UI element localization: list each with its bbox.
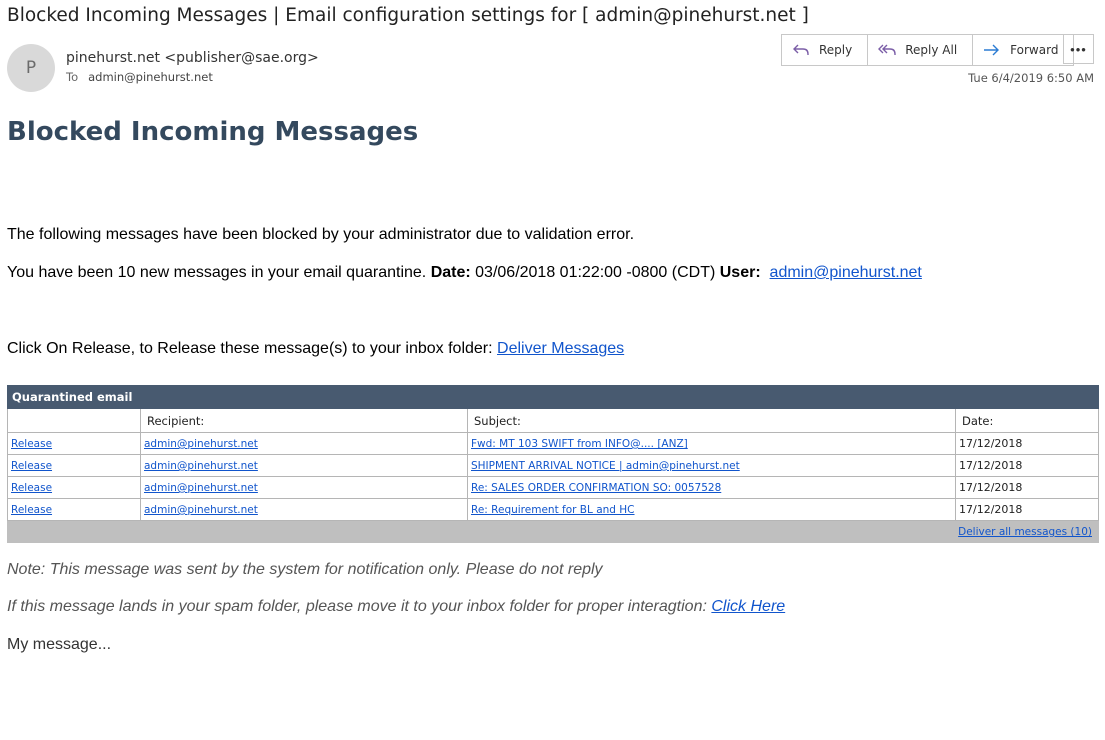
received-datetime: Tue 6/4/2019 6:50 AM — [968, 71, 1094, 85]
subject-link[interactable]: SHIPMENT ARRIVAL NOTICE | admin@pinehurs… — [471, 460, 740, 472]
row-date: 17/12/2018 — [955, 476, 1099, 499]
forward-label: Forward — [1010, 43, 1059, 57]
blocked-notice: The following messages have been blocked… — [7, 226, 635, 243]
reply-all-label: Reply All — [905, 43, 958, 57]
my-message-text: My message... — [7, 636, 112, 653]
recipient-link[interactable]: admin@pinehurst.net — [144, 438, 258, 450]
more-actions-button[interactable]: ••• — [1063, 34, 1094, 64]
subject-link[interactable]: Re: SALES ORDER CONFIRMATION SO: 0057528 — [471, 482, 721, 494]
sender-name[interactable]: pinehurst.net <publisher@sae.org> — [66, 50, 319, 66]
row-date: 17/12/2018 — [955, 432, 1099, 455]
row-date: 17/12/2018 — [955, 498, 1099, 521]
user-label: User: — [719, 264, 761, 281]
deliver-messages-link[interactable]: Deliver Messages — [497, 340, 624, 357]
row-date: 17/12/2018 — [955, 454, 1099, 477]
recipient-link[interactable]: admin@pinehurst.net — [144, 482, 258, 494]
column-header-date: Date: — [955, 408, 1099, 433]
column-header-subject: Subject: — [467, 408, 956, 433]
reply-button[interactable]: Reply — [782, 35, 869, 65]
subject-link[interactable]: Re: Requirement for BL and HC — [471, 504, 635, 516]
quarantine-summary: You have been 10 new messages in your em… — [7, 264, 922, 282]
reply-icon — [793, 44, 809, 55]
spam-folder-notice: If this message lands in your spam folde… — [7, 598, 785, 616]
release-link[interactable]: Release — [11, 482, 52, 494]
message-actions: Reply Reply All Forward — [781, 34, 1075, 66]
release-instruction: Click On Release, to Release these messa… — [7, 340, 624, 358]
date-label: Date: — [430, 264, 471, 281]
message-headline: Blocked Incoming Messages — [7, 117, 419, 147]
table-row: Release admin@pinehurst.net Re: SALES OR… — [7, 476, 1099, 499]
user-email-link[interactable]: admin@pinehurst.net — [770, 264, 922, 281]
table-title: Quarantined email — [7, 385, 1099, 409]
quarantine-count-text: You have been 10 new messages in your em… — [7, 264, 431, 281]
recipient-link[interactable]: admin@pinehurst.net — [144, 504, 258, 516]
recipient-line: To admin@pinehurst.net — [66, 70, 213, 84]
table-row: Release admin@pinehurst.net Fwd: MT 103 … — [7, 432, 1099, 455]
table-row: Release admin@pinehurst.net Re: Requirem… — [7, 498, 1099, 521]
to-label: To — [66, 70, 79, 84]
forward-button[interactable]: Forward — [973, 35, 1073, 65]
release-link[interactable]: Release — [11, 438, 52, 450]
click-here-link[interactable]: Click Here — [711, 598, 785, 615]
subject-link[interactable]: Fwd: MT 103 SWIFT from INFO@.... [ANZ] — [471, 438, 688, 450]
release-link[interactable]: Release — [11, 460, 52, 472]
reply-all-button[interactable]: Reply All — [868, 35, 974, 65]
recipient-link[interactable]: admin@pinehurst.net — [144, 460, 258, 472]
forward-icon — [984, 44, 1000, 56]
system-notice: Note: This message was sent by the syste… — [7, 561, 603, 578]
release-instruction-text: Click On Release, to Release these messa… — [7, 340, 498, 357]
quarantine-table: Quarantined email Recipient: Subject: Da… — [7, 385, 1099, 543]
reply-label: Reply — [819, 43, 853, 57]
sender-avatar: P — [7, 44, 55, 92]
table-row: Release admin@pinehurst.net SHIPMENT ARR… — [7, 454, 1099, 477]
reply-all-icon — [878, 44, 896, 55]
column-header-action — [7, 408, 141, 433]
deliver-all-link[interactable]: Deliver all messages (10) — [958, 526, 1092, 538]
recipient-address[interactable]: admin@pinehurst.net — [88, 70, 213, 84]
release-link[interactable]: Release — [11, 504, 52, 516]
email-subject: Blocked Incoming Messages | Email config… — [7, 5, 809, 26]
column-header-recipient: Recipient: — [140, 408, 468, 433]
date-value: 03/06/2018 01:22:00 -0800 (CDT) — [470, 264, 720, 281]
spam-folder-text: If this message lands in your spam folde… — [7, 598, 712, 615]
